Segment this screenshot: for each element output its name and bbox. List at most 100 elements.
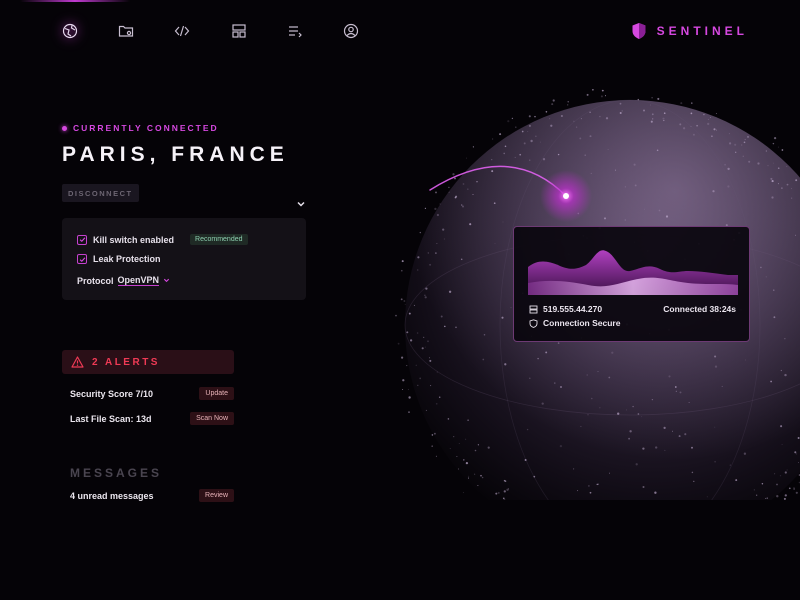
traffic-graph [528, 250, 738, 295]
globe-particle [790, 187, 793, 190]
globe-particle [770, 177, 773, 180]
protocol-dropdown[interactable]: OpenVPN [117, 275, 160, 286]
globe-particle [794, 234, 797, 236]
globe-particle [425, 287, 428, 290]
nav-layout-icon[interactable] [228, 20, 250, 42]
globe-particle [633, 163, 636, 166]
globe-particle [443, 238, 445, 240]
globe-particle [706, 496, 708, 498]
globe-particle [424, 296, 427, 299]
globe-particle [713, 128, 716, 131]
globe-particle [440, 315, 443, 318]
globe-particle [634, 184, 637, 187]
globe-particle [644, 208, 645, 210]
globe-particle [491, 159, 493, 161]
globe-particle [614, 169, 616, 171]
globe-particle [672, 430, 673, 432]
globe-particle [466, 157, 468, 159]
globe-particle [788, 487, 791, 490]
kill-switch-checkbox[interactable] [77, 234, 87, 245]
globe-particle [693, 480, 695, 483]
globe-particle [637, 413, 640, 415]
globe-particle [692, 133, 695, 136]
globe-particle [772, 142, 775, 145]
globe-particle [597, 371, 599, 372]
globe-particle [657, 97, 660, 100]
globe-particle [511, 117, 514, 120]
globe-particle [753, 489, 756, 491]
globe-particle [714, 426, 716, 428]
globe-particle [608, 472, 611, 474]
globe-particle [474, 449, 477, 452]
nav-folder-settings-icon[interactable] [115, 20, 137, 42]
globe-particle [690, 126, 692, 127]
nav-code-icon[interactable] [171, 20, 193, 42]
globe-particle [452, 173, 455, 176]
globe-particle [641, 416, 643, 418]
globe-particle [408, 312, 411, 315]
active-nav-indicator [20, 0, 130, 2]
globe-particle [463, 459, 465, 461]
expand-chevron-down-icon[interactable] [295, 198, 307, 210]
disconnect-button[interactable]: DISCONNECT [62, 184, 139, 202]
globe-particle [477, 444, 480, 446]
globe-particle [779, 475, 782, 477]
globe-particle [776, 495, 779, 498]
globe-particle [514, 156, 516, 158]
globe-particle [662, 117, 665, 120]
globe-particle [793, 487, 795, 489]
globe-particle [607, 148, 609, 150]
globe-particle [472, 194, 474, 195]
globe-particle [457, 468, 460, 470]
globe-particle [727, 185, 730, 188]
globe-particle [433, 432, 436, 435]
nav-user-circle-icon[interactable] [340, 20, 362, 42]
globe-particle [497, 491, 500, 494]
recommended-badge: Recommended [190, 234, 248, 245]
globe-particle [502, 497, 505, 500]
globe-particle [429, 263, 432, 266]
globe-particle [504, 480, 507, 482]
globe-particle [416, 332, 419, 334]
update-button[interactable]: Update [199, 387, 234, 400]
globe-particle [668, 375, 671, 378]
globe-particle [409, 339, 413, 342]
globe-particle [436, 371, 438, 373]
review-button[interactable]: Review [199, 489, 234, 502]
nav-globe-icon[interactable] [59, 20, 81, 42]
globe-particle [415, 364, 417, 366]
globe-particle [741, 144, 743, 146]
globe-particle [703, 113, 705, 116]
scan-now-button[interactable]: Scan Now [190, 412, 234, 425]
globe-particle [545, 351, 548, 354]
protocol-chevron-down-icon[interactable] [163, 277, 170, 284]
globe-particle [444, 325, 446, 328]
globe-particle [580, 118, 582, 120]
globe-particle [665, 215, 669, 218]
globe-particle [428, 357, 431, 359]
globe-particle [651, 398, 654, 401]
globe-particle [696, 124, 698, 127]
globe-particle [780, 425, 783, 428]
globe-particle [550, 124, 553, 127]
globe-particle [682, 127, 686, 130]
globe-particle [794, 451, 797, 454]
globe-particle [679, 391, 682, 394]
globe-particle [584, 154, 586, 156]
globe-particle [765, 150, 767, 152]
leak-protection-checkbox[interactable] [77, 254, 87, 264]
messages-heading: MESSAGES [70, 466, 163, 480]
globe-particle [456, 456, 458, 457]
page-title-location: PARIS, FRANCE [62, 143, 289, 166]
globe-particle [541, 402, 544, 405]
connection-status: CURRENTLY CONNECTED [62, 123, 219, 133]
globe-particle [423, 336, 425, 338]
globe-particle [465, 438, 467, 440]
globe-particle [664, 449, 666, 451]
globe-particle [474, 473, 476, 475]
ip-address: 519.555.44.270 [543, 304, 603, 314]
nav-list-arrow-icon[interactable] [284, 20, 306, 42]
alerts-banner[interactable]: 2 ALERTS [62, 350, 234, 374]
globe-particle [401, 260, 404, 263]
globe-particle [427, 252, 429, 254]
